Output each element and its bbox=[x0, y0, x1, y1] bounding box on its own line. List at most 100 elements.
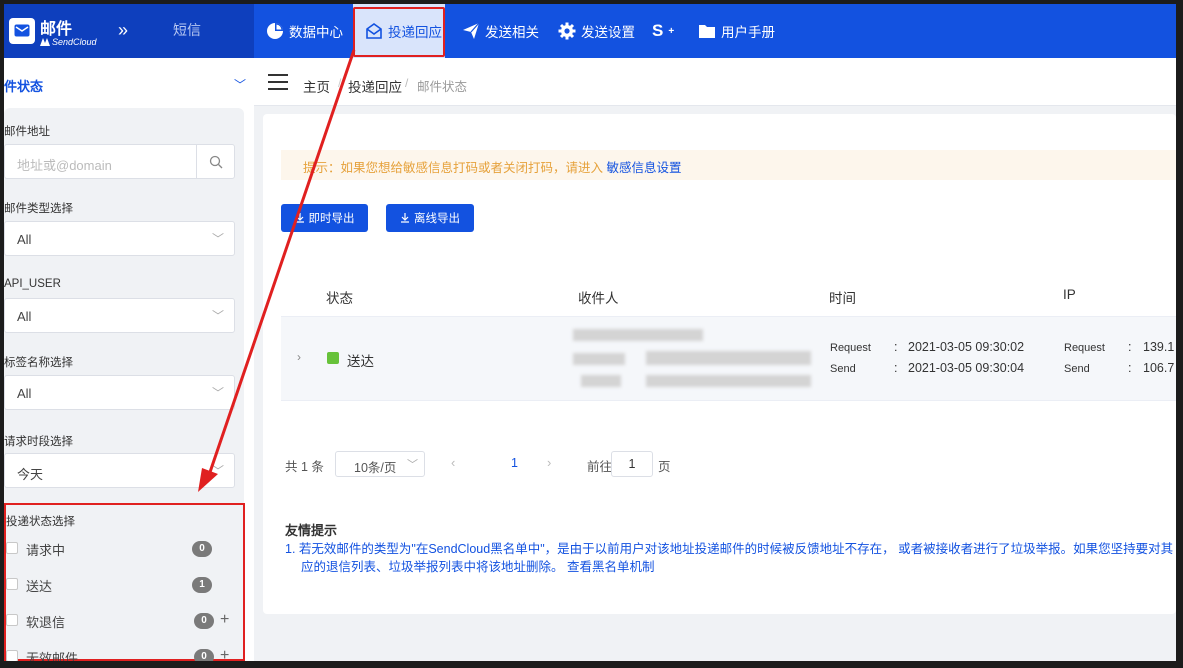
brand-area: 邮件 SendCloud » 短信 bbox=[4, 4, 254, 58]
status-option-label: 无效邮件 bbox=[26, 651, 79, 661]
download-icon bbox=[401, 213, 409, 223]
apiuser-label: API_USER bbox=[4, 278, 61, 290]
type-label: 邮件类型选择 bbox=[4, 203, 73, 215]
s-plus-icon[interactable]: S + bbox=[652, 4, 674, 58]
sidebar-section-title[interactable]: 件状态 bbox=[4, 76, 43, 95]
page-size-value: 10条/页 bbox=[354, 461, 397, 475]
download-icon bbox=[295, 213, 304, 223]
count-badge: 0 bbox=[194, 649, 214, 661]
chevron-down-icon: ﹀ bbox=[211, 309, 224, 323]
status-option-label: 软退信 bbox=[26, 615, 66, 630]
sensitive-settings-link[interactable]: 敏感信息设置 bbox=[607, 161, 682, 175]
ip-request-key: Request bbox=[1064, 342, 1105, 354]
search-icon[interactable] bbox=[196, 145, 234, 178]
apiuser-select[interactable]: All ﹀ bbox=[4, 298, 235, 333]
type-select-value: All bbox=[17, 232, 32, 247]
colon: : bbox=[894, 340, 898, 354]
chevron-right-icon[interactable]: › bbox=[297, 350, 301, 364]
count-badge: 0 bbox=[194, 613, 214, 629]
status-option-delivered[interactable]: 送达 1 bbox=[6, 575, 241, 595]
colon: : bbox=[894, 361, 898, 375]
brand-subtitle: SendCloud bbox=[52, 37, 97, 47]
colon: : bbox=[1128, 361, 1132, 375]
next-page-icon[interactable]: › bbox=[547, 455, 551, 470]
goto-label: 前往 bbox=[587, 460, 613, 474]
page-number[interactable]: 1 bbox=[511, 456, 518, 470]
nav-label: 用户手册 bbox=[721, 25, 775, 40]
address-search-input[interactable]: 地址或@domain bbox=[4, 144, 235, 179]
request-key: Request bbox=[830, 342, 871, 354]
status-option-soft-bounce[interactable]: 软退信 0 + bbox=[6, 611, 241, 631]
tag-select[interactable]: All ﹀ bbox=[4, 375, 235, 410]
sms-tab[interactable]: 短信 bbox=[173, 20, 201, 40]
sendcloud-mark-icon bbox=[40, 38, 50, 46]
nav-label: 数据中心 bbox=[289, 25, 343, 40]
folder-icon bbox=[699, 25, 715, 38]
breadcrumb-separator: / bbox=[405, 76, 409, 90]
export-offline-button[interactable]: 离线导出 bbox=[386, 204, 474, 232]
table-header: 状态 收件人 时间 IP bbox=[281, 272, 1176, 317]
content-card: 提示：如果您想给敏感信息打码或者关闭打码，请进入 敏感信息设置 即时导出 离线导… bbox=[263, 114, 1176, 614]
checkbox[interactable] bbox=[6, 578, 18, 590]
export-now-label: 即时导出 bbox=[308, 213, 355, 225]
chevron-down-icon[interactable]: ﹀ bbox=[234, 76, 246, 93]
status-option-invalid[interactable]: 无效邮件 0 + bbox=[6, 647, 241, 661]
nav-user-manual[interactable]: 用户手册 bbox=[698, 4, 775, 58]
notes-line-1: 1. 若无效邮件的类型为"在SendCloud黑名单中"，是由于以前用户对该地址… bbox=[285, 542, 1174, 556]
table-row[interactable]: › 送达 Request : 2021-03-05 09:30:02 Send … bbox=[281, 317, 1176, 401]
prev-page-icon[interactable]: ‹ bbox=[451, 455, 455, 470]
plus-icon[interactable]: + bbox=[220, 611, 229, 629]
chevron-down-icon: ﹀ bbox=[211, 464, 224, 478]
blacklist-mechanism-link[interactable]: 查看黑名单机制 bbox=[567, 560, 655, 574]
status-option-label: 送达 bbox=[26, 579, 53, 594]
tip-banner: 提示：如果您想给敏感信息打码或者关闭打码，请进入 敏感信息设置 bbox=[281, 150, 1176, 180]
checkbox[interactable] bbox=[6, 650, 18, 661]
nav-sending[interactable]: 发送相关 bbox=[462, 4, 539, 58]
nav-send-settings[interactable]: 发送设置 bbox=[558, 4, 635, 58]
chevron-down-icon: ﹀ bbox=[211, 232, 224, 246]
breadcrumb-home[interactable]: 主页 bbox=[303, 76, 330, 96]
double-chevron-right-icon[interactable]: » bbox=[118, 20, 128, 41]
ip-send-key: Send bbox=[1064, 363, 1090, 375]
ip-request: 139.1 bbox=[1143, 340, 1175, 354]
address-placeholder: 地址或@domain bbox=[17, 158, 112, 173]
tip-text: 提示：如果您想给敏感信息打码或者关闭打码，请进入 bbox=[303, 161, 604, 175]
chevron-down-icon: ﹀ bbox=[211, 386, 224, 400]
page-size-select[interactable]: 10条/页 ﹀ bbox=[335, 451, 425, 477]
colon: : bbox=[1128, 340, 1132, 354]
apiuser-select-value: All bbox=[17, 309, 32, 324]
notes-line-2: 应的退信列表、垃圾举报列表中将该地址删除。 查看黑名单机制 bbox=[301, 556, 655, 575]
address-label: 邮件地址 bbox=[4, 126, 50, 138]
column-header-time: 时间 bbox=[829, 291, 856, 306]
hamburger-menu-icon[interactable] bbox=[268, 74, 288, 90]
count-badge: 0 bbox=[192, 541, 212, 557]
ip-send: 106.7 bbox=[1143, 361, 1175, 375]
checkbox[interactable] bbox=[6, 614, 18, 626]
status-option-label: 请求中 bbox=[26, 543, 66, 558]
checkbox[interactable] bbox=[6, 542, 18, 554]
plus-icon[interactable]: + bbox=[220, 647, 229, 661]
chevron-down-icon: ﹀ bbox=[407, 459, 418, 471]
breadcrumb-current: 邮件状态 bbox=[417, 80, 468, 94]
app-window: 邮件 SendCloud » 短信 数据中心 投递回应 发送相关 发送设置 S … bbox=[4, 4, 1176, 661]
notes-title: 友情提示 bbox=[285, 523, 338, 538]
goto-page-input[interactable] bbox=[611, 451, 653, 477]
total-count: 共 1 条 bbox=[285, 460, 324, 474]
column-header-status: 状态 bbox=[326, 291, 353, 306]
nav-data-center[interactable]: 数据中心 bbox=[266, 4, 343, 58]
page-suffix: 页 bbox=[658, 460, 671, 474]
pie-chart-icon bbox=[267, 23, 283, 39]
status-indicator bbox=[327, 352, 339, 364]
type-select[interactable]: All ﹀ bbox=[4, 221, 235, 256]
period-select[interactable]: 今天 ﹀ bbox=[4, 453, 235, 488]
paper-plane-icon bbox=[463, 22, 480, 39]
column-header-ip: IP bbox=[1063, 287, 1076, 302]
breadcrumb-parent[interactable]: 投递回应 bbox=[348, 76, 402, 96]
status-option-requesting[interactable]: 请求中 0 bbox=[6, 539, 241, 559]
mail-logo-icon bbox=[9, 18, 35, 44]
export-now-button[interactable]: 即时导出 bbox=[281, 204, 368, 232]
notes-line-2-text: 应的退信列表、垃圾举报列表中将该地址删除。 bbox=[301, 560, 564, 574]
column-header-recipient: 收件人 bbox=[578, 291, 619, 306]
brand-title: 邮件 bbox=[40, 21, 73, 38]
send-key: Send bbox=[830, 363, 856, 375]
